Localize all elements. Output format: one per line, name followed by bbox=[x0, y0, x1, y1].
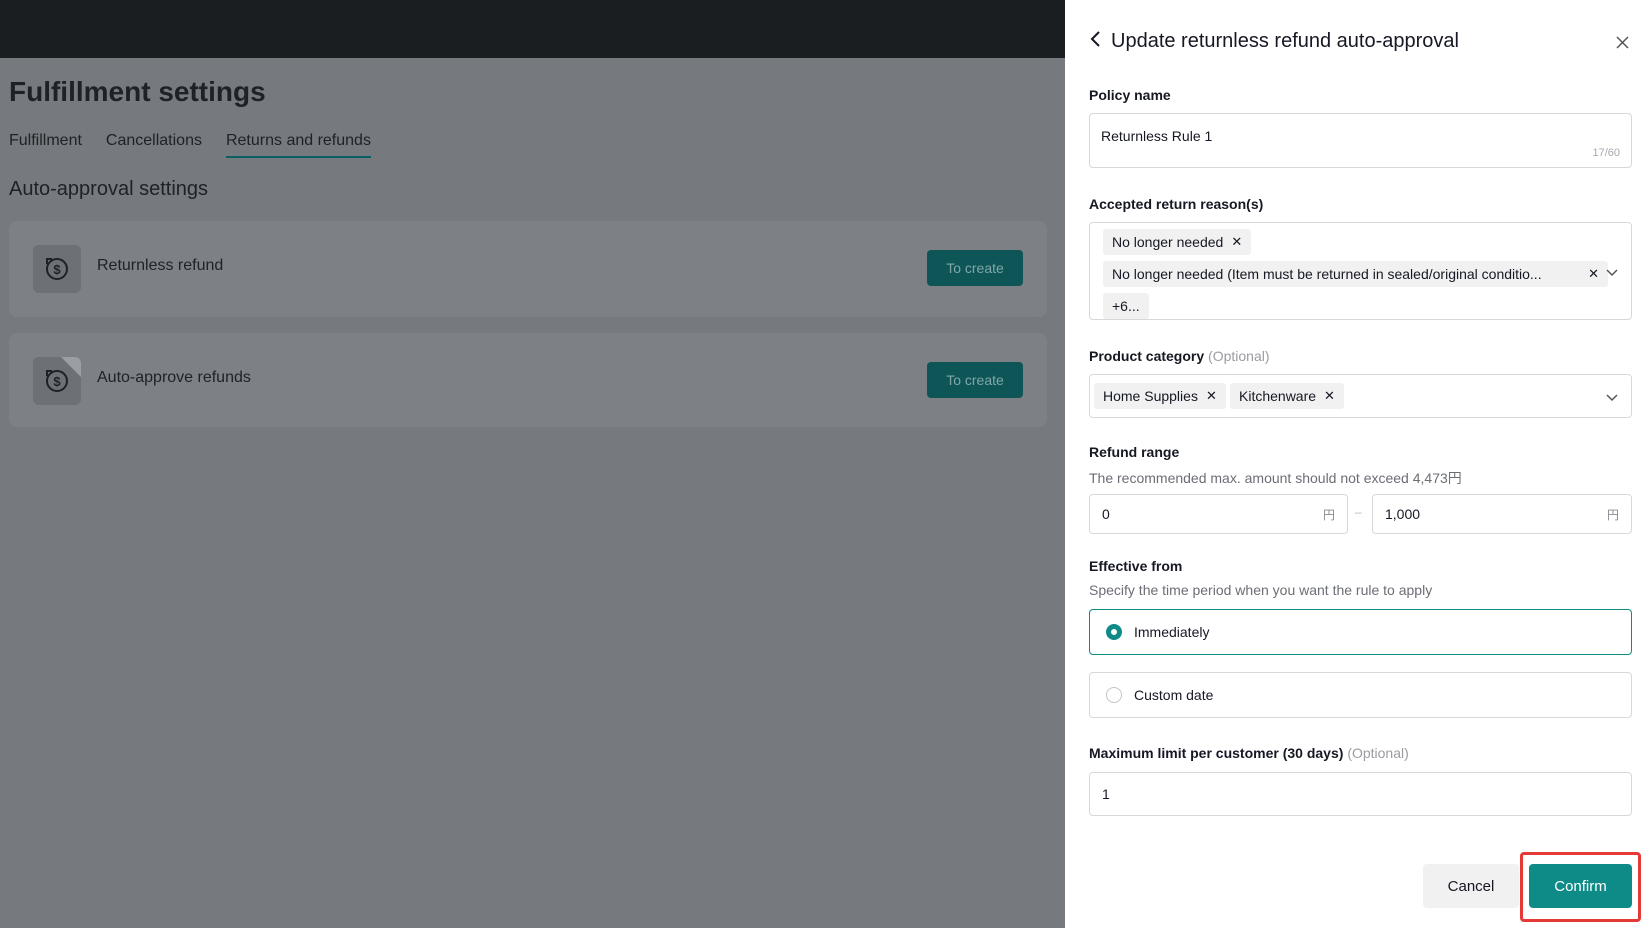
radio-label: Immediately bbox=[1134, 624, 1210, 640]
page-title: Fulfillment settings bbox=[9, 76, 266, 107]
tag-label: +6... bbox=[1112, 298, 1140, 314]
svg-text:$: $ bbox=[53, 262, 61, 277]
tag-label: No longer needed bbox=[1112, 234, 1224, 250]
product-category-select[interactable]: Home Supplies ✕ Kitchenware ✕ bbox=[1089, 374, 1632, 418]
returnless-refund-card: $ Returnless refund To create bbox=[9, 221, 1047, 317]
remove-tag-icon[interactable]: ✕ bbox=[1206, 388, 1217, 404]
chevron-down-icon[interactable] bbox=[1605, 265, 1619, 279]
option-custom-date[interactable]: Custom date bbox=[1089, 672, 1632, 718]
min-value: 0 bbox=[1102, 506, 1110, 522]
tag-label: No longer needed (Item must be returned … bbox=[1112, 266, 1542, 282]
currency-suffix: 円 bbox=[1322, 508, 1335, 522]
drawer-title: Update returnless refund auto-approval bbox=[1111, 30, 1459, 52]
tab-cancellations[interactable]: Cancellations bbox=[106, 132, 202, 158]
tag-label: Home Supplies bbox=[1103, 388, 1198, 404]
fulfillment-settings-page: Fulfillment settings Fulfillment Cancell… bbox=[0, 58, 1065, 928]
close-icon[interactable] bbox=[1616, 34, 1629, 52]
return-reasons-label: Accepted return reason(s) bbox=[1089, 196, 1264, 212]
card-label: Returnless refund bbox=[97, 257, 224, 274]
confirm-highlight-box bbox=[1520, 852, 1641, 922]
more-tags-badge[interactable]: +6... bbox=[1103, 293, 1149, 319]
label-text: Maximum limit per customer (30 days) bbox=[1089, 745, 1344, 761]
tab-fulfillment[interactable]: Fulfillment bbox=[9, 132, 82, 158]
drawer-header: Update returnless refund auto-approval bbox=[1089, 30, 1459, 53]
auto-approve-refunds-card: $ Auto-approve refunds To create bbox=[9, 333, 1047, 427]
max-limit-label: Maximum limit per customer (30 days) (Op… bbox=[1089, 745, 1409, 761]
settings-tabs: Fulfillment Cancellations Returns and re… bbox=[9, 132, 371, 158]
back-chevron-icon[interactable] bbox=[1089, 30, 1103, 53]
max-limit-input[interactable]: 1 bbox=[1089, 772, 1632, 816]
radio-button-selected[interactable] bbox=[1106, 624, 1122, 640]
dollar-refund-icon: $ bbox=[33, 357, 81, 405]
card-label: Auto-approve refunds bbox=[97, 369, 251, 386]
max-value: 1,000 bbox=[1385, 506, 1421, 522]
limit-value: 1 bbox=[1102, 786, 1110, 802]
policy-name-input[interactable]: Returnless Rule 1 17/60 bbox=[1089, 113, 1632, 168]
optional-text: (Optional) bbox=[1347, 745, 1409, 761]
refund-max-input[interactable]: 1,000 円 bbox=[1372, 494, 1632, 534]
character-count: 17/60 bbox=[1592, 147, 1620, 159]
refund-range-hint: The recommended max. amount should not e… bbox=[1089, 470, 1462, 486]
reason-tag: No longer needed ✕ bbox=[1103, 229, 1252, 255]
reason-tag: No longer needed (Item must be returned … bbox=[1103, 261, 1608, 287]
radio-label: Custom date bbox=[1134, 687, 1214, 703]
chevron-down-icon[interactable] bbox=[1605, 390, 1619, 404]
cancel-button[interactable]: Cancel bbox=[1423, 864, 1519, 908]
optional-text: (Optional) bbox=[1208, 348, 1270, 364]
dollar-refund-icon: $ bbox=[33, 245, 81, 293]
category-tag: Kitchenware ✕ bbox=[1230, 383, 1344, 409]
option-immediately[interactable]: Immediately bbox=[1089, 609, 1632, 655]
refund-range-label: Refund range bbox=[1089, 444, 1180, 460]
currency-suffix: 円 bbox=[1606, 508, 1619, 522]
refund-min-input[interactable]: 0 円 bbox=[1089, 494, 1348, 534]
radio-button[interactable] bbox=[1106, 687, 1122, 703]
tag-label: Kitchenware bbox=[1239, 388, 1317, 404]
to-create-button[interactable]: To create bbox=[927, 250, 1023, 286]
policy-name-label: Policy name bbox=[1089, 87, 1171, 103]
tab-returns-and-refunds[interactable]: Returns and refunds bbox=[225, 132, 371, 158]
remove-tag-icon[interactable]: ✕ bbox=[1324, 388, 1335, 404]
update-policy-drawer: Update returnless refund auto-approval P… bbox=[1065, 0, 1651, 928]
remove-tag-icon[interactable]: ✕ bbox=[1588, 266, 1599, 282]
top-navigation-bar bbox=[0, 0, 1065, 58]
product-category-label: Product category (Optional) bbox=[1089, 348, 1270, 364]
effective-from-hint: Specify the time period when you want th… bbox=[1089, 582, 1433, 598]
category-tag: Home Supplies ✕ bbox=[1094, 383, 1226, 409]
new-badge-corner bbox=[61, 357, 81, 377]
to-create-button[interactable]: To create bbox=[927, 362, 1023, 398]
range-separator: – bbox=[1355, 505, 1362, 519]
effective-from-label: Effective from bbox=[1089, 558, 1183, 574]
remove-tag-icon[interactable]: ✕ bbox=[1231, 234, 1242, 250]
section-title: Auto-approval settings bbox=[9, 178, 209, 200]
policy-name-value: Returnless Rule 1 bbox=[1101, 128, 1213, 144]
label-text: Product category bbox=[1089, 348, 1205, 364]
return-reasons-select[interactable]: No longer needed ✕ No longer needed (Ite… bbox=[1089, 222, 1632, 320]
